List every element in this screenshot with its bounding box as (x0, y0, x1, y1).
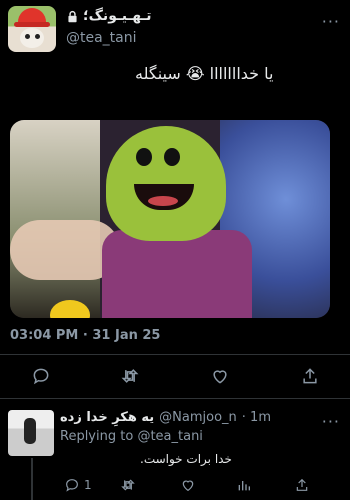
author-avatar[interactable] (8, 6, 56, 52)
reply-reply-button[interactable]: 1 (64, 476, 92, 494)
tweet-timestamp[interactable]: 03:04 PM · 31 Jan 25 (10, 328, 160, 343)
thread-line (31, 458, 33, 500)
avatar-eye-right (35, 34, 40, 39)
avatar-figure (24, 418, 36, 444)
author-name-row[interactable]: تـهـیـونگ؛ (66, 8, 152, 24)
share-icon[interactable] (299, 365, 321, 387)
media-puppet-head (106, 126, 226, 241)
media-background-left (10, 120, 100, 318)
reply-text: خدا برات خواست. (140, 452, 232, 466)
replying-to-line: Replying to @tea_tani (60, 429, 203, 444)
retweet-icon[interactable] (120, 476, 136, 494)
reply-icon[interactable] (30, 365, 52, 387)
avatar-face (20, 28, 44, 48)
media-puppet-eye-left (136, 148, 152, 166)
avatar-hat-brim (14, 22, 50, 27)
avatar-eye-left (25, 34, 30, 39)
media-puppet-body (102, 230, 252, 318)
views-icon[interactable] (236, 476, 252, 494)
more-options-button[interactable]: ··· (322, 12, 340, 31)
author-display-name[interactable]: تـهـیـونگ؛ (83, 8, 152, 24)
tweet-media-image[interactable] (10, 120, 330, 318)
divider (0, 398, 350, 399)
reply-handle[interactable]: @Namjoo_n (159, 410, 237, 425)
reply-author-avatar[interactable] (8, 410, 54, 456)
lock-icon (66, 10, 79, 23)
tweet-text: یا خدااااااا 😭 سینگله (135, 64, 274, 83)
reply-header: یه هکرِ خدا زده @Namjoo_n · 1m (60, 410, 271, 425)
replying-to-mention[interactable]: @tea_tani (137, 429, 202, 444)
reply-more-options-button[interactable]: ··· (322, 412, 340, 431)
reply-time[interactable]: · 1m (242, 410, 271, 425)
share-icon[interactable] (294, 476, 310, 494)
replying-to-label: Replying to (60, 429, 134, 444)
media-puppet-tongue (148, 196, 178, 206)
media-puppet-eye-right (164, 148, 180, 166)
divider (0, 354, 350, 355)
like-icon[interactable] (209, 365, 231, 387)
reply-count: 1 (84, 478, 92, 492)
retweet-icon[interactable] (119, 365, 141, 387)
media-puppet-mouth (134, 184, 194, 210)
reply-display-name[interactable]: یه هکرِ خدا زده (60, 410, 154, 425)
author-handle[interactable]: @tea_tani (66, 30, 137, 46)
reply-icon (64, 477, 80, 493)
like-icon[interactable] (180, 476, 196, 494)
